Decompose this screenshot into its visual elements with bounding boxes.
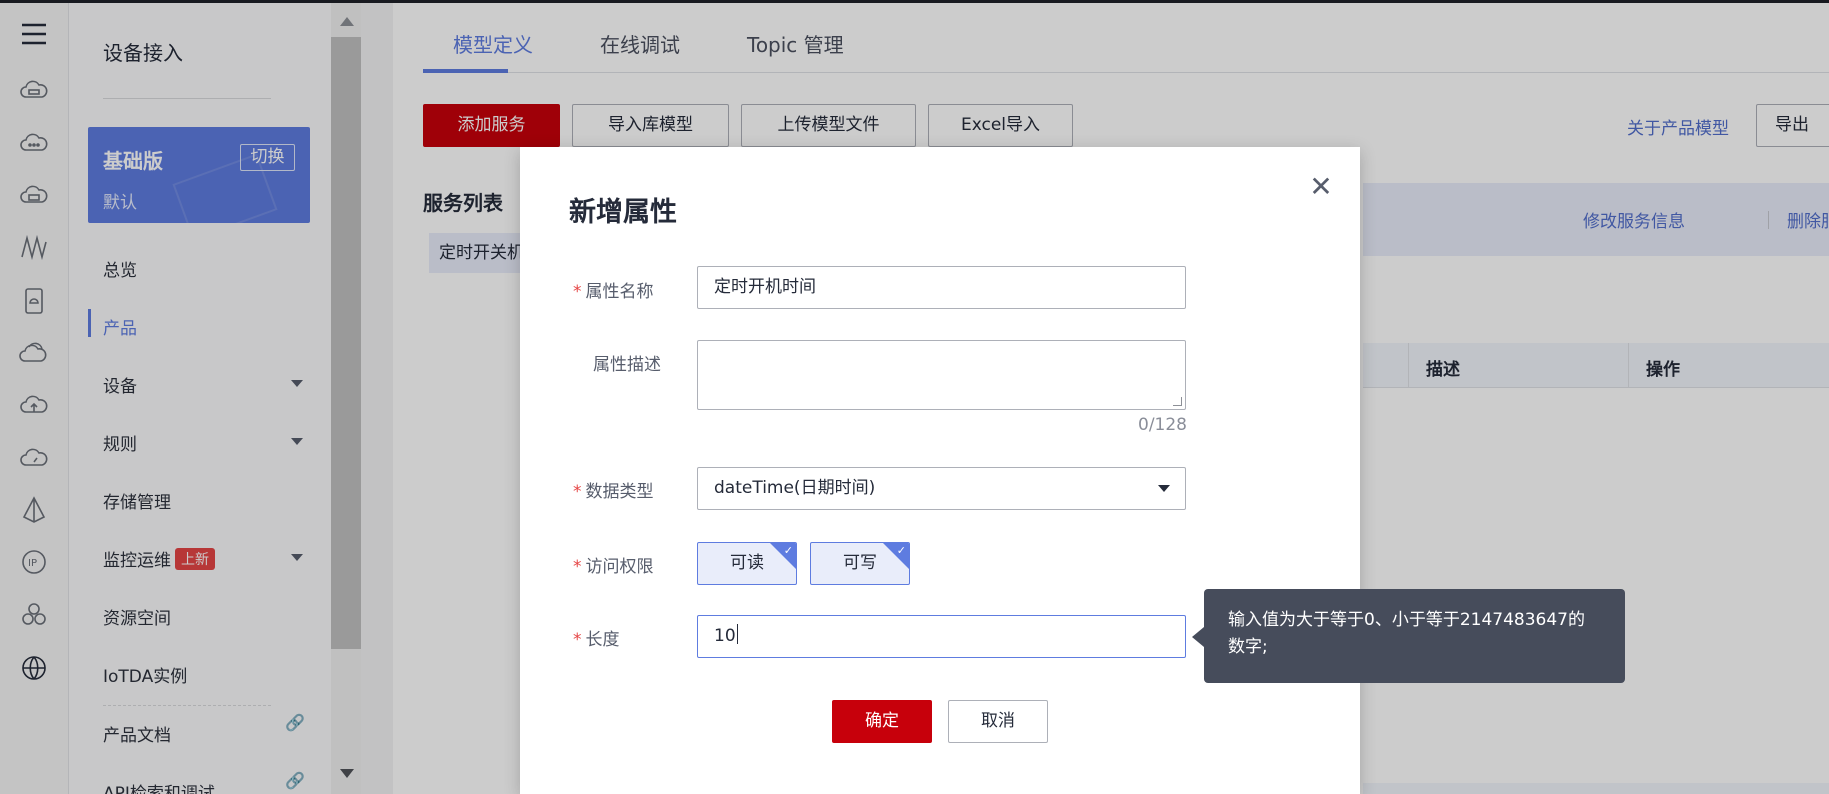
- property-description-textarea[interactable]: [697, 340, 1186, 410]
- description-char-counter: 0/128: [1138, 415, 1187, 435]
- data-type-select[interactable]: dateTime(日期时间): [697, 467, 1186, 510]
- confirm-button[interactable]: 确定: [832, 700, 932, 743]
- check-icon: ✓: [896, 544, 906, 557]
- tooltip-arrow: [1192, 627, 1204, 647]
- access-writable-chip[interactable]: 可写 ✓: [810, 542, 910, 585]
- required-asterisk: *: [573, 282, 582, 302]
- property-name-input[interactable]: 定时开机时间: [697, 266, 1186, 309]
- property-description-label: 属性描述: [593, 355, 661, 375]
- check-icon: ✓: [783, 544, 793, 557]
- length-validation-tooltip: 输入值为大于等于0、小于等于2147483647的数字;: [1204, 589, 1625, 683]
- length-input[interactable]: 10: [697, 615, 1186, 658]
- access-permission-label: * 访问权限: [573, 557, 654, 577]
- property-name-label: * 属性名称: [573, 282, 654, 302]
- data-type-label: * 数据类型: [573, 482, 654, 502]
- length-label: * 长度: [573, 630, 620, 650]
- dialog-title: 新增属性: [569, 197, 677, 228]
- resize-handle-icon[interactable]: [1173, 397, 1182, 406]
- chevron-down-icon[interactable]: [1158, 485, 1170, 492]
- required-asterisk: *: [573, 482, 582, 502]
- add-property-dialog: 新增属性 ✕ * 属性名称 定时开机时间 属性描述 0/128 * 数据类型 dat…: [520, 147, 1360, 794]
- required-asterisk: *: [573, 630, 582, 650]
- cancel-button[interactable]: 取消: [948, 700, 1048, 743]
- text-cursor: [736, 624, 738, 644]
- required-asterisk: *: [573, 557, 582, 577]
- access-readable-chip[interactable]: 可读 ✓: [697, 542, 797, 585]
- close-icon[interactable]: ✕: [1307, 173, 1335, 201]
